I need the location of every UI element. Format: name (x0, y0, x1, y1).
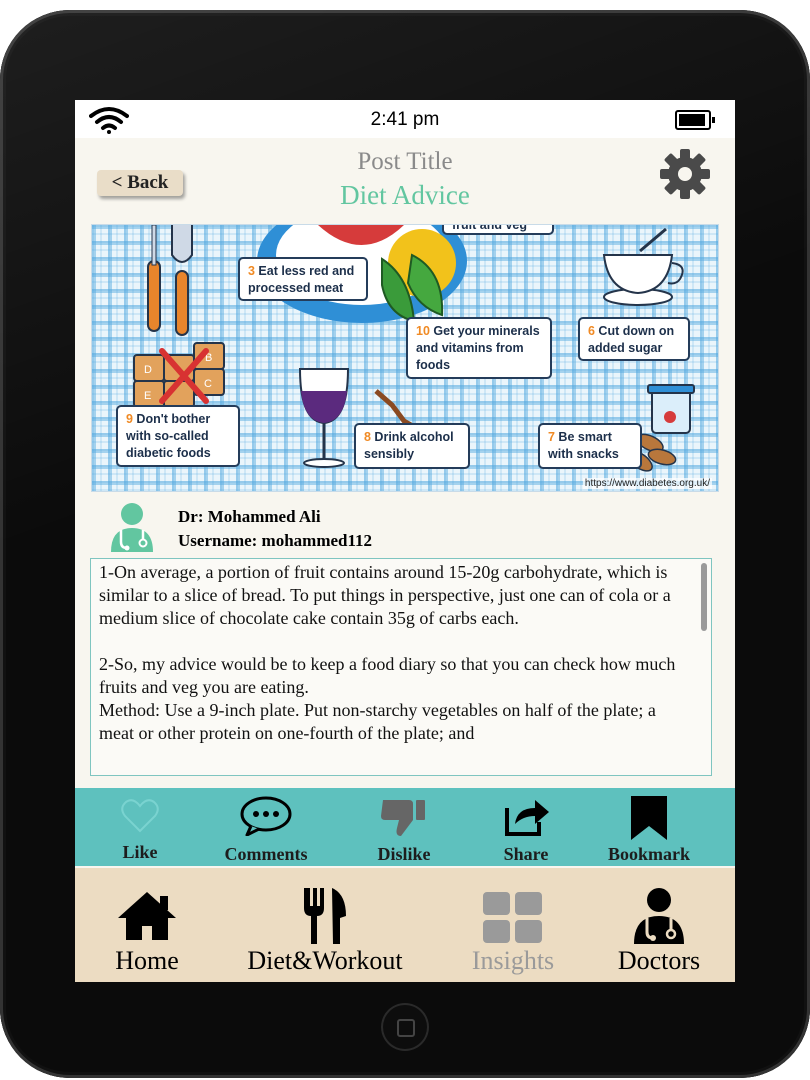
author-username: Username: mohammed112 (178, 531, 373, 550)
tile-letter: E (144, 390, 151, 402)
status-time: 2:41 pm (370, 109, 440, 130)
nav-item-diet-workout[interactable]: Diet&Workout (247, 868, 403, 982)
tip-card: 3 Eat less red and processed meat (238, 257, 368, 301)
tip-text: Get your minerals and vitamins from food… (416, 324, 540, 372)
bookmark-button[interactable]: Bookmark (599, 788, 699, 866)
comments-label: Comments (224, 844, 308, 864)
tip-text: Eat less red and processed meat (248, 264, 355, 295)
author-info: Dr: Mohammed Ali Username: mohammed112 (75, 500, 735, 556)
share-label: Share (503, 844, 549, 864)
device-home-button[interactable] (381, 1003, 429, 1051)
home-icon (118, 892, 176, 940)
tip-card: 8 Drink alcohol sensibly (354, 423, 470, 469)
doctor-icon (634, 888, 684, 944)
tip-number: 10 (416, 324, 430, 338)
app-screen: 2:41 pm < Back Post Title Diet Advice D … (75, 100, 735, 982)
nav-label: Diet&Workout (247, 946, 403, 975)
nav-label: Doctors (617, 946, 701, 975)
author-name: Dr: Mohammed Ali (178, 507, 321, 526)
tip-card: 6 Cut down on added sugar (578, 317, 690, 361)
tile-letter: C (204, 378, 212, 390)
nav-item-doctors[interactable]: Doctors (615, 868, 703, 982)
bottom-nav: Home Diet&Workout Insights Doctors (75, 868, 735, 982)
tip-text: Cut down on added sugar (588, 324, 675, 355)
content-scrollbar[interactable] (701, 563, 707, 631)
tip-card: 9 Don't bother with so-called diabetic f… (116, 405, 240, 467)
comments-button[interactable]: Comments (211, 788, 321, 866)
post-content[interactable]: 1-On average, a portion of fruit contain… (90, 558, 712, 776)
fork-knife-icon (304, 888, 346, 944)
tip-number: 8 (364, 430, 371, 444)
action-bar: Like Comments Dislike Share Bookmark (75, 788, 735, 866)
tip-number: 7 (548, 430, 555, 444)
tip-text: Drink alcohol sensibly (364, 430, 454, 461)
tip-number: 9 (126, 412, 133, 426)
page-title: Post Title (357, 148, 453, 175)
status-bar: 2:41 pm (75, 100, 735, 138)
page-subtitle: Diet Advice (340, 180, 470, 210)
nav-item-home[interactable]: Home (105, 868, 189, 982)
tile-letter: D (144, 364, 152, 376)
heart-outline-icon (121, 799, 159, 833)
dislike-button[interactable]: Dislike (359, 788, 449, 866)
bookmark-icon (631, 796, 667, 840)
tip-card: 7 Be smart with snacks (538, 423, 642, 469)
nav-label: Home (115, 946, 179, 975)
tip-number: 6 (588, 324, 595, 338)
bookmark-label: Bookmark (607, 844, 690, 864)
speech-bubble-icon (240, 796, 292, 836)
tip-card: 10 Get your minerals and vitamins from f… (406, 317, 552, 379)
image-credit: https://www.diabetes.org.uk/ (582, 478, 712, 489)
nav-label: Insights (471, 946, 555, 975)
nav-item-insights[interactable]: Insights (471, 868, 555, 982)
thumbs-down-icon (381, 800, 425, 836)
doctor-avatar-icon (111, 503, 153, 552)
tip-text: Don't bother with so-called diabetic foo… (126, 412, 211, 460)
dislike-label: Dislike (377, 844, 431, 864)
tip-text: fruit and veg (452, 224, 528, 232)
share-button[interactable]: Share (481, 788, 571, 866)
tip-text: Be smart with snacks (548, 430, 619, 461)
share-icon (505, 800, 549, 836)
gear-icon[interactable] (659, 148, 711, 200)
tip-number: 3 (248, 264, 255, 278)
page-header: < Back Post Title Diet Advice (75, 138, 735, 224)
like-button[interactable]: Like (95, 788, 185, 866)
diet-infographic: D B E C fruit and veg 3 Eat less red and… (91, 224, 719, 492)
battery-icon (675, 110, 715, 130)
post-body: 1-On average, a portion of fruit contain… (99, 562, 676, 743)
tip-card: fruit and veg (442, 224, 554, 235)
like-label: Like (122, 842, 158, 862)
grid-icon (483, 892, 542, 943)
